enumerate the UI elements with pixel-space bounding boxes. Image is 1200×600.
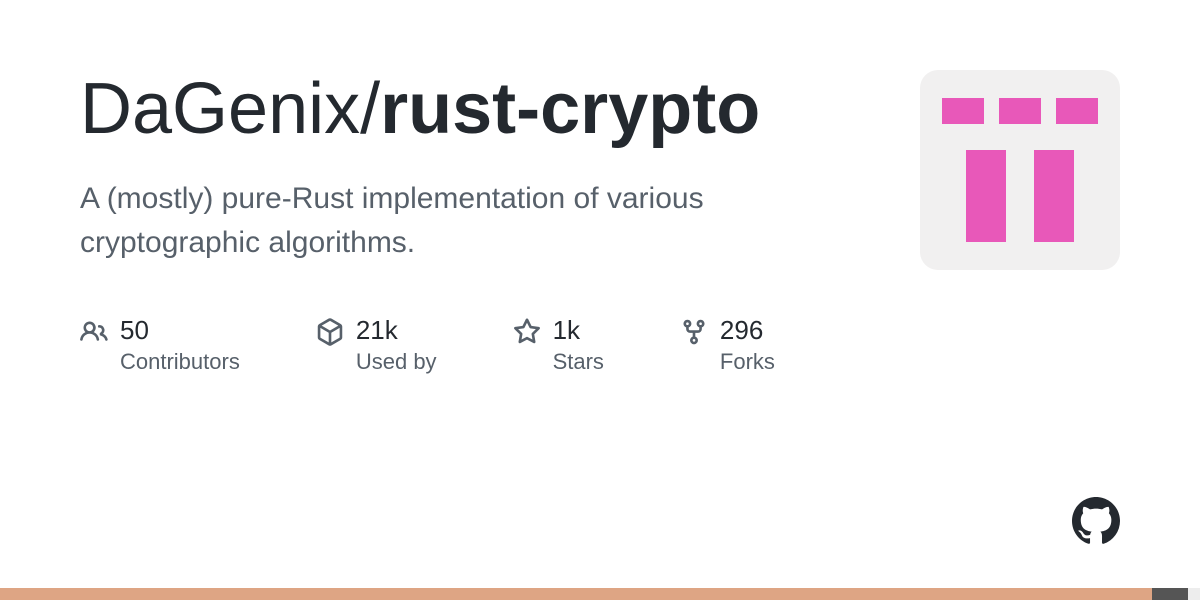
stat-label: Used by bbox=[356, 349, 437, 375]
repo-title: DaGenix/rust-crypto bbox=[80, 70, 800, 149]
repo-stats: 50 Contributors 21k Used by 1k Stars bbox=[80, 316, 1120, 375]
stat-stars[interactable]: 1k Stars bbox=[513, 316, 604, 375]
repo-description: A (mostly) pure-Rust implementation of v… bbox=[80, 177, 860, 264]
repo-name[interactable]: rust-crypto bbox=[380, 69, 760, 149]
stat-value: 1k bbox=[553, 316, 604, 345]
stat-used-by[interactable]: 21k Used by bbox=[316, 316, 437, 375]
stat-value: 50 bbox=[120, 316, 240, 345]
fork-icon bbox=[680, 316, 708, 351]
language-bar bbox=[0, 588, 1200, 600]
repo-avatar bbox=[920, 70, 1120, 270]
stat-value: 296 bbox=[720, 316, 775, 345]
repo-owner[interactable]: DaGenix bbox=[80, 69, 360, 149]
star-icon bbox=[513, 316, 541, 351]
package-icon bbox=[316, 316, 344, 351]
stat-label: Contributors bbox=[120, 349, 240, 375]
stat-label: Forks bbox=[720, 349, 775, 375]
lang-other bbox=[1188, 588, 1200, 600]
people-icon bbox=[80, 316, 108, 351]
lang-c bbox=[1152, 588, 1188, 600]
stat-label: Stars bbox=[553, 349, 604, 375]
stat-contributors[interactable]: 50 Contributors bbox=[80, 316, 240, 375]
github-logo-icon[interactable] bbox=[1072, 497, 1120, 550]
stat-forks[interactable]: 296 Forks bbox=[680, 316, 775, 375]
stat-value: 21k bbox=[356, 316, 437, 345]
lang-rust bbox=[0, 588, 1152, 600]
